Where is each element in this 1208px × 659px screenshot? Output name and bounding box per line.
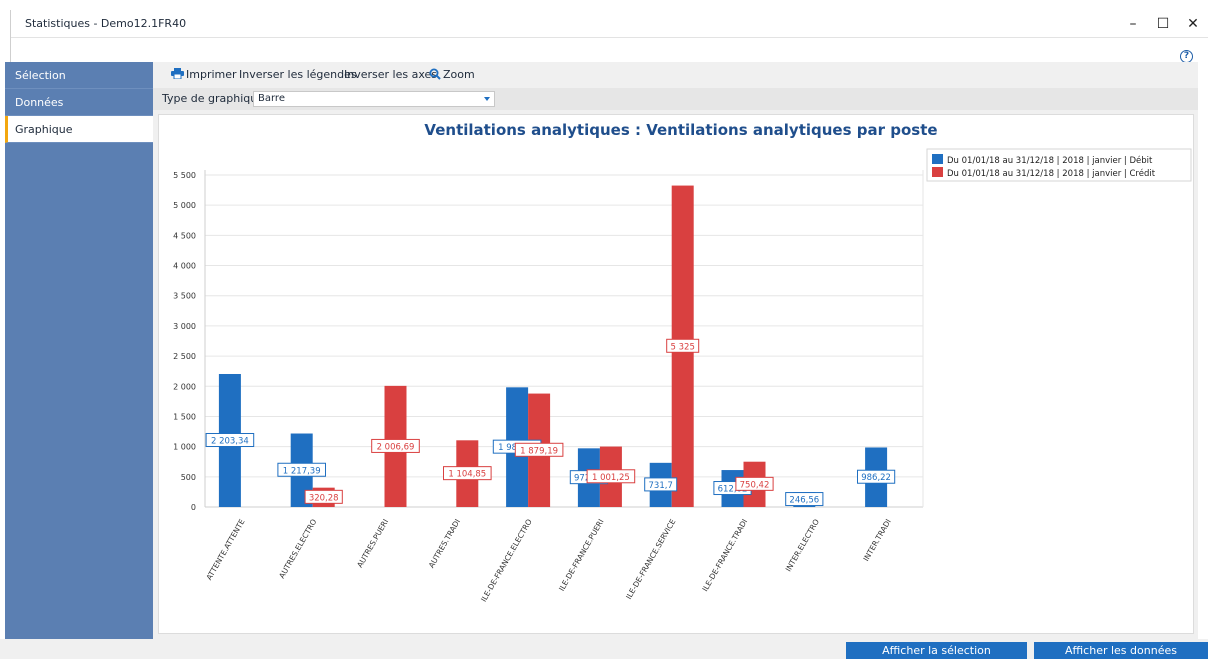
chevron-down-icon xyxy=(484,97,490,101)
legend-label: Du 01/01/18 au 31/12/18 | 2018 | janvier… xyxy=(947,155,1153,166)
main-panel: Imprimer Inverser les légendes Inverser … xyxy=(153,62,1198,639)
data-label: 2 203,34 xyxy=(211,436,249,446)
chart-title: Ventilations analytiques : Ventilations … xyxy=(424,121,937,139)
data-label: 246,56 xyxy=(789,496,819,506)
invert-legends-button[interactable]: Inverser les légendes xyxy=(239,68,357,81)
x-tick-label: ILE-DE-FRANCE.SERVICE xyxy=(624,517,677,601)
legend-swatch xyxy=(932,154,943,164)
y-tick-label: 1 500 xyxy=(173,412,196,421)
legend-swatch xyxy=(932,167,943,177)
data-label: 986,22 xyxy=(861,473,891,483)
show-data-button[interactable]: Afficher les données xyxy=(1034,642,1208,659)
maximize-button[interactable]: ☐ xyxy=(1149,13,1177,35)
magnifier-icon xyxy=(429,68,441,80)
chart-area: Ventilations analytiques : Ventilations … xyxy=(158,114,1194,634)
data-label: 750,42 xyxy=(740,480,770,490)
y-tick-label: 5 500 xyxy=(173,171,196,180)
show-selection-button[interactable]: Afficher la sélection xyxy=(846,642,1027,659)
print-button[interactable]: Imprimer xyxy=(171,68,237,81)
print-label: Imprimer xyxy=(186,68,237,81)
x-tick-label: AUTRES.PUERI xyxy=(355,518,390,570)
y-tick-label: 3 000 xyxy=(173,322,196,331)
bar-chart: Ventilations analytiques : Ventilations … xyxy=(173,121,1192,603)
data-label: 1 879,19 xyxy=(520,446,558,456)
x-tick-label: AUTRES.TRADI xyxy=(427,518,462,570)
data-label: 731,7 xyxy=(649,481,673,491)
chart-type-label: Type de graphique xyxy=(162,92,264,105)
chart-type-value: Barre xyxy=(258,93,285,104)
x-tick-label: ILE-DE-FRANCE.ELECTRO xyxy=(479,517,534,603)
data-label: 1 217,39 xyxy=(283,466,321,476)
chart-type-bar: Type de graphique Barre xyxy=(153,88,1198,110)
data-label: 5 325 xyxy=(671,342,695,352)
sidebar-item-chart[interactable]: Graphique xyxy=(5,116,153,143)
sidebar: Sélection Données Graphique xyxy=(5,62,153,639)
invert-axes-button[interactable]: Inverser les axes xyxy=(344,68,437,81)
x-tick-label: AUTRES.ELECTRO xyxy=(277,517,318,580)
data-label: 320,28 xyxy=(309,493,339,503)
close-button[interactable]: ✕ xyxy=(1179,13,1207,35)
x-tick-label: ILE-DE-FRANCE.TRADI xyxy=(700,518,749,594)
window-title: Statistiques - Demo12.1FR40 xyxy=(25,17,187,30)
printer-icon xyxy=(171,68,184,80)
y-tick-label: 0 xyxy=(191,503,196,512)
y-tick-label: 4 500 xyxy=(173,231,196,240)
sidebar-item-data[interactable]: Données xyxy=(5,89,153,116)
legend-label: Du 01/01/18 au 31/12/18 | 2018 | janvier… xyxy=(947,168,1156,179)
x-tick-label: ILE-DE-FRANCE.PUERI xyxy=(557,518,606,593)
toolbar: Imprimer Inverser les légendes Inverser … xyxy=(153,62,1198,88)
bottom-bar: Afficher la sélection Afficher les donné… xyxy=(0,639,1208,659)
title-bar: Statistiques - Demo12.1FR40 – ☐ ✕ xyxy=(11,10,1208,38)
y-tick-label: 3 500 xyxy=(173,292,196,301)
x-tick-label: INTER.ELECTRO xyxy=(784,517,821,573)
data-label: 1 001,25 xyxy=(592,473,630,483)
data-label: 1 104,85 xyxy=(448,470,486,480)
y-tick-label: 4 000 xyxy=(173,262,196,271)
y-tick-label: 2 000 xyxy=(173,382,196,391)
zoom-button[interactable]: Zoom xyxy=(429,68,475,81)
y-tick-label: 500 xyxy=(181,473,196,482)
y-tick-label: 2 500 xyxy=(173,352,196,361)
minimize-button[interactable]: – xyxy=(1119,13,1147,35)
data-label: 2 006,69 xyxy=(377,442,415,452)
sidebar-item-selection[interactable]: Sélection xyxy=(5,62,153,89)
y-tick-label: 5 000 xyxy=(173,201,196,210)
y-tick-label: 1 000 xyxy=(173,443,196,452)
zoom-label: Zoom xyxy=(443,68,475,81)
x-tick-label: ATTENTE.ATTENTE xyxy=(204,517,246,581)
x-tick-label: INTER.TRADI xyxy=(861,518,892,563)
chart-type-select[interactable]: Barre xyxy=(253,91,495,107)
